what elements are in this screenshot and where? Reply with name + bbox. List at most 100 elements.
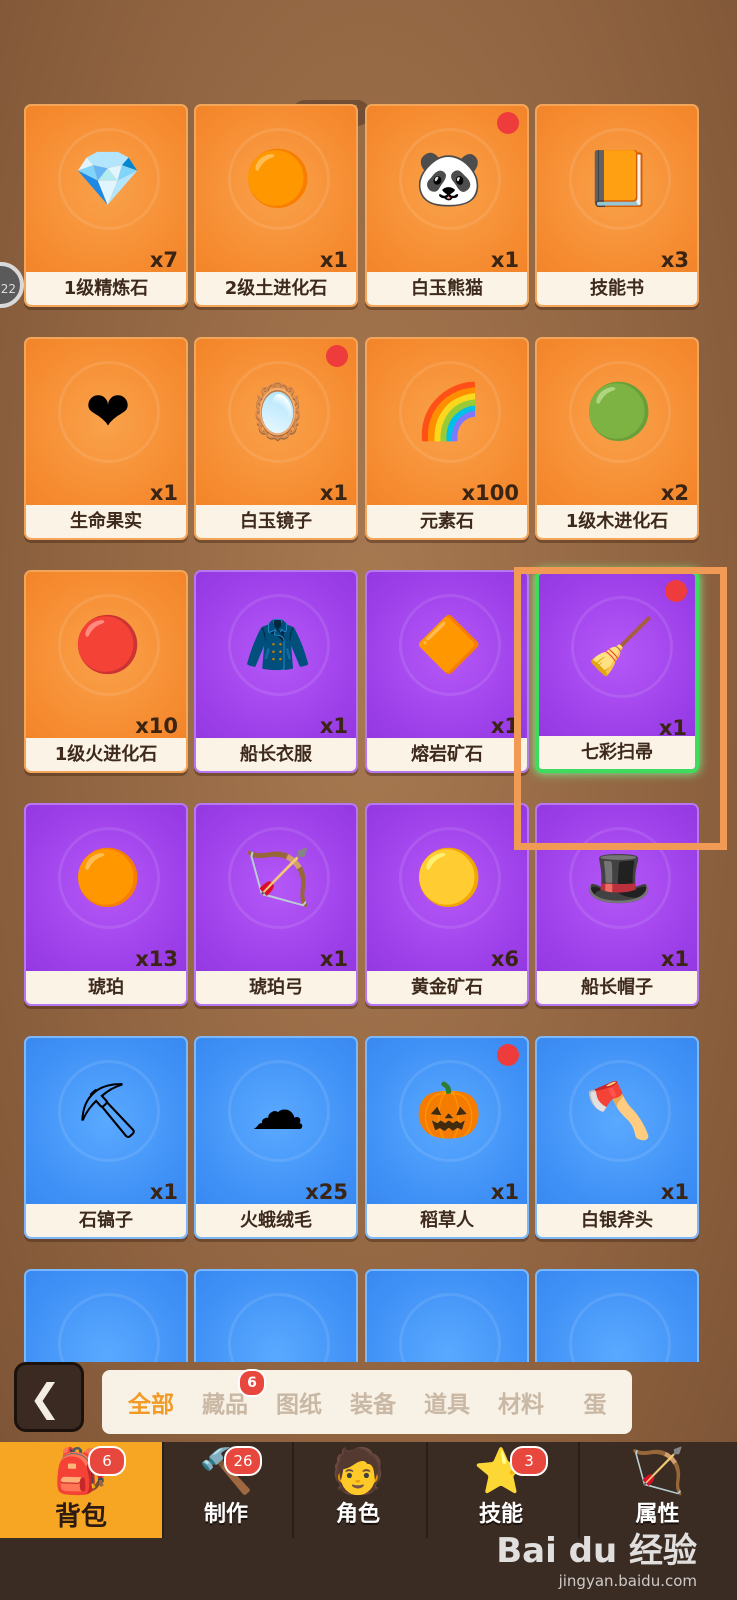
- item-name: 石镐子: [26, 1204, 186, 1237]
- filter-tab[interactable]: 装备: [336, 1385, 410, 1419]
- item-quantity: x10: [135, 714, 178, 738]
- item-name: 船长帽子: [537, 971, 697, 1004]
- nav-tab[interactable]: 🧑 角色: [292, 1442, 424, 1538]
- filter-tab-label: 图纸: [276, 1392, 322, 1418]
- item-name: 白玉熊猫: [367, 272, 527, 305]
- nav-badge: 26: [224, 1446, 262, 1476]
- inventory-item-card[interactable]: 📙 x3 技能书: [535, 104, 699, 307]
- inventory-item-card[interactable]: 🌈 x100 元素石: [365, 337, 529, 540]
- nav-badge: 6: [88, 1446, 126, 1476]
- item-quantity: x1: [319, 714, 348, 738]
- filter-tab[interactable]: 材料: [484, 1385, 558, 1419]
- filter-tab-label: 全部: [128, 1392, 174, 1418]
- side-drawer-tab[interactable]: 22: [0, 262, 24, 308]
- wood-evolution-stone-icon: 🟢: [585, 379, 653, 443]
- new-item-dot: [497, 1044, 519, 1066]
- inventory-item-card[interactable]: [535, 1269, 699, 1362]
- item-name: 琥珀: [26, 971, 186, 1004]
- filter-tab[interactable]: 道具: [410, 1385, 484, 1419]
- nav-tab[interactable]: 🎒 背包 6: [0, 1442, 162, 1538]
- filter-tab-label: 藏品: [202, 1392, 248, 1418]
- item-quantity: x1: [490, 248, 519, 272]
- scarecrow-icon: 🎃: [415, 1078, 483, 1142]
- backpack-icon: 🎒: [53, 1446, 109, 1497]
- inventory-item-card[interactable]: 🐼 x1 白玉熊猫: [365, 104, 529, 307]
- panda-icon: 🐼: [415, 146, 483, 210]
- character-icon: 🧑: [330, 1446, 386, 1497]
- crystal-icon: 💎: [74, 146, 142, 210]
- item-quantity: x1: [149, 1180, 178, 1204]
- item-quantity: x1: [319, 947, 348, 971]
- item-quantity: x13: [135, 947, 178, 971]
- inventory-item-card[interactable]: 🟠 x1 2级土进化石: [194, 104, 358, 307]
- lava-ore-icon: 🔶: [415, 612, 483, 676]
- item-name: 琥珀弓: [196, 971, 356, 1004]
- mirror-icon: 🪞: [244, 379, 312, 443]
- inventory-item-card[interactable]: 🟡 x6 黄金矿石: [365, 803, 529, 1006]
- inventory-item-card[interactable]: 🏹 x1 琥珀弓: [194, 803, 358, 1006]
- filter-tab-label: 材料: [498, 1392, 544, 1418]
- inventory-item-card[interactable]: 🔴 x10 1级火进化石: [24, 570, 188, 773]
- item-quantity: x7: [149, 248, 178, 272]
- inventory-item-card[interactable]: 🔶 x1 熔岩矿石: [365, 570, 529, 773]
- filter-tab[interactable]: 全部: [114, 1385, 188, 1419]
- inventory-item-card[interactable]: [194, 1269, 358, 1362]
- inventory-item-card[interactable]: 🎃 x1 稻草人: [365, 1036, 529, 1239]
- element-stone-icon: 🌈: [415, 379, 483, 443]
- inventory-item-card[interactable]: 🧥 x1 船长衣服: [194, 570, 358, 773]
- nav-divider: [426, 1442, 428, 1538]
- inventory-item-card[interactable]: 🪞 x1 白玉镜子: [194, 337, 358, 540]
- item-name: 元素石: [367, 505, 527, 538]
- filter-tab[interactable]: 蛋: [558, 1385, 632, 1419]
- life-fruit-icon: ❤: [85, 379, 131, 443]
- item-name: 技能书: [537, 272, 697, 305]
- item-quantity: x1: [660, 947, 689, 971]
- fire-evolution-stone-icon: 🔴: [74, 612, 142, 676]
- nav-divider: [292, 1442, 294, 1538]
- watermark-brand: Bai du 经验: [496, 1531, 697, 1571]
- amber-icon: 🟠: [74, 845, 142, 909]
- nav-divider: [162, 1442, 164, 1538]
- filter-tab-label: 蛋: [583, 1392, 607, 1418]
- inventory-item-card[interactable]: [365, 1269, 529, 1362]
- back-button[interactable]: ❮: [14, 1362, 84, 1432]
- inventory-item-card[interactable]: ⛏ x1 石镐子: [24, 1036, 188, 1239]
- skill-book-icon: 📙: [585, 146, 653, 210]
- watermark: Bai du 经验 jingyan.baidu.com: [496, 1523, 697, 1590]
- item-name: 1级木进化石: [537, 505, 697, 538]
- item-quantity: x3: [660, 248, 689, 272]
- item-name: 船长衣服: [196, 738, 356, 771]
- item-quantity: x6: [490, 947, 519, 971]
- partial-item-icon: [579, 1301, 659, 1362]
- item-quantity: x1: [319, 248, 348, 272]
- inventory-item-card[interactable]: 🟢 x2 1级木进化石: [535, 337, 699, 540]
- inventory-item-card[interactable]: 🟠 x13 琥珀: [24, 803, 188, 1006]
- item-name: 1级火进化石: [26, 738, 186, 771]
- inventory-item-card[interactable]: 🪓 x1 白银斧头: [535, 1036, 699, 1239]
- item-name: 稻草人: [367, 1204, 527, 1237]
- inventory-item-card[interactable]: [24, 1269, 188, 1362]
- item-quantity: x1: [149, 481, 178, 505]
- new-item-dot: [497, 112, 519, 134]
- inventory-item-card[interactable]: 💎 x7 1级精炼石: [24, 104, 188, 307]
- nav-tab[interactable]: 🔨 制作 26: [162, 1442, 290, 1538]
- gold-ore-icon: 🟡: [415, 845, 483, 909]
- filter-tab-label: 道具: [424, 1392, 470, 1418]
- item-name: 熔岩矿石: [367, 738, 527, 771]
- filter-tab[interactable]: 图纸: [262, 1385, 336, 1419]
- filter-tab[interactable]: 藏品 6: [188, 1369, 266, 1419]
- new-item-dot: [326, 345, 348, 367]
- inventory-item-card[interactable]: ❤ x1 生命果实: [24, 337, 188, 540]
- inventory-item-card[interactable]: ☁ x25 火蛾绒毛: [194, 1036, 358, 1239]
- pickaxe-icon: ⛏: [73, 1078, 143, 1142]
- item-name: 1级精炼石: [26, 272, 186, 305]
- item-quantity: x25: [305, 1180, 348, 1204]
- silver-axe-icon: 🪓: [585, 1078, 653, 1142]
- partial-item-icon: [238, 1301, 318, 1362]
- nav-tab-label: 制作: [203, 1502, 248, 1527]
- item-name: 白银斧头: [537, 1204, 697, 1237]
- item-name: 火蛾绒毛: [196, 1204, 356, 1237]
- item-quantity: x1: [319, 481, 348, 505]
- filter-tab-label: 装备: [350, 1392, 396, 1418]
- item-name: 2级土进化石: [196, 272, 356, 305]
